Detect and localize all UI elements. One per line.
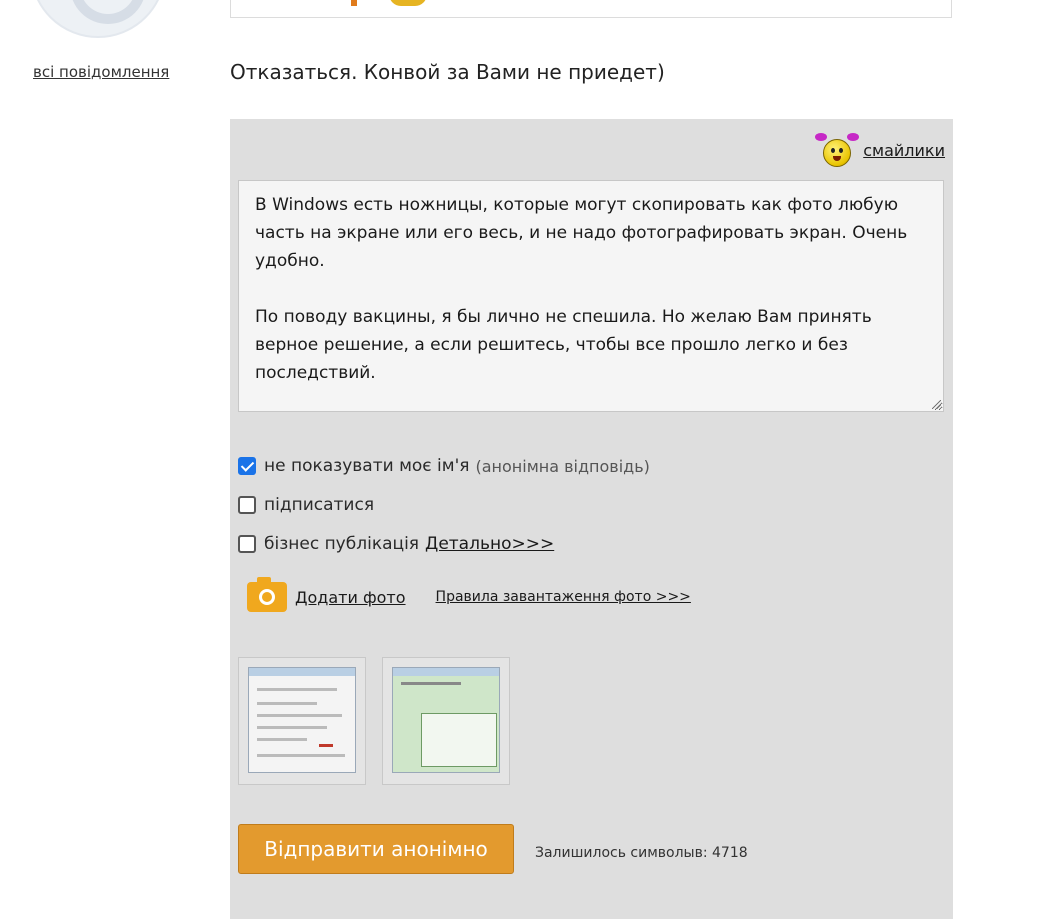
thumb-line — [257, 754, 345, 757]
business-checkbox[interactable] — [238, 535, 256, 553]
thumbnail-image — [392, 667, 500, 773]
business-details-link[interactable]: Детально>>> — [425, 534, 554, 554]
bow-left-icon — [815, 133, 828, 141]
business-label: бізнес публікація — [264, 534, 420, 554]
post-text: Отказаться. Конвой за Вами не приедет) — [230, 60, 665, 84]
subscribe-option: підписатися — [238, 495, 374, 515]
thumb-titlebar — [393, 668, 499, 676]
reply-textarea[interactable]: В Windows есть ножницы, которые могут ск… — [238, 180, 944, 412]
avatar-placeholder-icon — [70, 0, 146, 24]
smiley-fragment-icon-2 — [389, 0, 427, 6]
reply-form: смайлики В Windows есть ножницы, которые… — [230, 119, 953, 919]
thumb-arrow — [319, 744, 333, 747]
user-avatar — [30, 0, 166, 38]
thumb-titlebar — [249, 668, 355, 676]
thumb-window — [421, 713, 497, 767]
smiley-face-icon — [823, 139, 852, 167]
send-anonymous-button[interactable]: Відправити анонімно — [238, 824, 514, 874]
anonymous-label: не показувати моє ім'я — [264, 456, 470, 476]
thumb-line — [257, 702, 317, 705]
camera-lens — [259, 589, 275, 605]
thumb-line — [257, 726, 327, 729]
thumb-line — [401, 682, 461, 685]
smileys-toggle[interactable]: смайлики — [811, 133, 945, 167]
smiley-mouth — [833, 156, 842, 161]
camera-icon[interactable] — [247, 577, 287, 612]
photo-thumbnail[interactable] — [238, 657, 366, 785]
smiley-fragment-icon — [351, 0, 357, 6]
smiley-icon — [811, 133, 860, 167]
anonymous-option: не показувати моє ім'я (анонімна відпові… — [238, 456, 650, 476]
all-messages-link[interactable]: всі повідомлення — [33, 63, 169, 81]
business-option: бізнес публікація Детально>>> — [238, 534, 554, 554]
smileys-link[interactable]: смайлики — [863, 141, 945, 160]
anonymous-note: (анонімна відповідь) — [475, 456, 650, 476]
add-photo-link[interactable]: Додати фото — [295, 588, 406, 607]
photo-upload-row: Додати фото Правила завантаження фото >>… — [247, 577, 691, 612]
chars-left-counter: Залишилось символыв: 4718 — [535, 845, 748, 861]
thumb-line — [257, 714, 342, 717]
previous-post-box — [230, 0, 952, 18]
anonymous-checkbox[interactable] — [238, 457, 256, 475]
subscribe-label: підписатися — [264, 495, 375, 515]
photo-thumbnail[interactable] — [382, 657, 510, 785]
bow-right-icon — [847, 133, 860, 141]
subscribe-checkbox[interactable] — [238, 496, 256, 514]
thumb-line — [257, 688, 337, 691]
smiley-eye — [831, 148, 836, 153]
thumb-line — [257, 738, 307, 741]
thumbnail-image — [248, 667, 356, 773]
smiley-eye — [839, 148, 844, 153]
photo-rules-link[interactable]: Правила завантаження фото >>> — [436, 589, 691, 605]
